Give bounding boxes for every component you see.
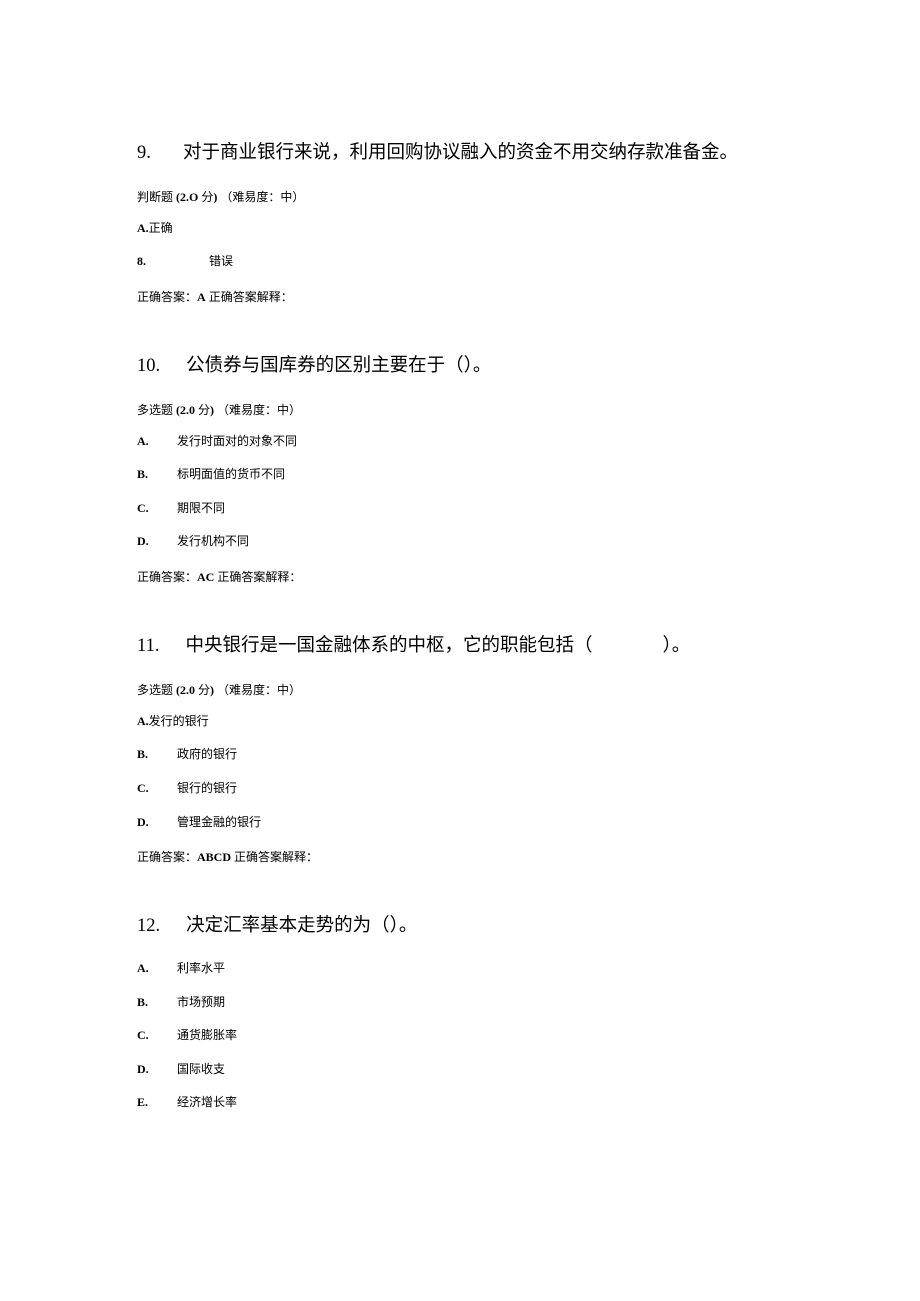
- option-label: A.: [137, 961, 155, 977]
- option-label: A.: [137, 434, 155, 450]
- question-stem: 对于商业银行来说，利用回购协议融入的资金不用交纳存款准备金。: [183, 143, 738, 163]
- question-block-11: 11. 中央银行是一国金融体系的中枢，它的职能包括（ ）。 多选题 (2.0 分) …: [137, 633, 783, 865]
- question-block-10: 10. 公债券与国库券的区别主要在于（）。 多选题 (2.0 分) （难易度：中）…: [137, 353, 783, 585]
- option-text: 发行机构不同: [177, 534, 249, 548]
- question-block-9: 9. 对于商业银行来说，利用回购协议融入的资金不用交纳存款准备金。 判断题 (2.…: [137, 140, 783, 305]
- option-text: 银行的银行: [177, 781, 237, 795]
- question-stem: 公债券与国库券的区别主要在于（）。: [186, 356, 491, 376]
- option-text: 市场预期: [177, 995, 225, 1009]
- option-label: C.: [137, 1028, 155, 1044]
- option-b: B. 政府的银行: [137, 747, 783, 763]
- option-label: C.: [137, 501, 155, 517]
- option-a: A.正确: [137, 221, 783, 237]
- question-title: 11. 中央银行是一国金融体系的中枢，它的职能包括（ ）。: [137, 633, 783, 661]
- option-label: D.: [137, 1062, 155, 1078]
- option-b: B. 市场预期: [137, 995, 783, 1011]
- option-b: B. 标明面值的货币不同: [137, 467, 783, 483]
- question-stem-post: ）。: [662, 636, 690, 656]
- question-title: 9. 对于商业银行来说，利用回购协议融入的资金不用交纳存款准备金。: [137, 140, 783, 168]
- option-label: B.: [137, 747, 155, 763]
- option-label: B.: [137, 467, 155, 483]
- question-meta: 判断题 (2.O 分) （难易度：中）: [137, 188, 783, 205]
- option-d: D. 管理金融的银行: [137, 815, 783, 831]
- question-number: 11.: [137, 633, 159, 661]
- option-text: 错误: [209, 254, 233, 268]
- question-stem: 决定汇率基本走势的为（）。: [186, 916, 417, 936]
- option-text: 发行时面对的对象不同: [177, 434, 297, 448]
- option-e: E. 经济增长率: [137, 1095, 783, 1111]
- question-meta: 多选题 (2.0 分) （难易度：中）: [137, 681, 783, 698]
- option-text: 政府的银行: [177, 747, 237, 761]
- option-label: A.: [137, 221, 149, 237]
- answer-line: 正确答案：ABCD 正确答案解释：: [137, 848, 783, 865]
- question-stem-pre: 中央银行是一国金融体系的中枢，它的职能包括（: [185, 636, 592, 656]
- option-c: C. 银行的银行: [137, 781, 783, 797]
- option-text: 通货膨胀率: [177, 1028, 237, 1042]
- option-c: C. 期限不同: [137, 501, 783, 517]
- option-label: B.: [137, 995, 155, 1011]
- option-a: A.发行的银行: [137, 714, 783, 730]
- option-text: 发行的银行: [149, 714, 209, 728]
- option-a: A. 利率水平: [137, 961, 783, 977]
- option-label: C.: [137, 781, 155, 797]
- option-text: 经济增长率: [177, 1095, 237, 1109]
- option-label: D.: [137, 534, 155, 550]
- option-label: D.: [137, 815, 155, 831]
- option-d: D. 国际收支: [137, 1062, 783, 1078]
- question-block-12: 12. 决定汇率基本走势的为（）。 A. 利率水平 B. 市场预期 C. 通货膨胀率 D…: [137, 913, 783, 1111]
- option-text: 利率水平: [177, 961, 225, 975]
- question-number: 10.: [137, 353, 160, 381]
- option-text: 国际收支: [177, 1062, 225, 1076]
- option-a: A. 发行时面对的对象不同: [137, 434, 783, 450]
- option-label: E.: [137, 1095, 155, 1111]
- answer-line: 正确答案：AC 正确答案解释：: [137, 568, 783, 585]
- option-label: 8.: [137, 254, 155, 270]
- question-number: 12.: [137, 913, 160, 941]
- question-title: 10. 公债券与国库券的区别主要在于（）。: [137, 353, 783, 381]
- option-text: 标明面值的货币不同: [177, 467, 285, 481]
- question-title: 12. 决定汇率基本走势的为（）。: [137, 913, 783, 941]
- question-meta: 多选题 (2.0 分) （难易度：中）: [137, 401, 783, 418]
- answer-line: 正确答案：A 正确答案解释：: [137, 288, 783, 305]
- option-b: 8. 错误: [137, 254, 783, 270]
- option-text: 期限不同: [177, 501, 225, 515]
- option-c: C. 通货膨胀率: [137, 1028, 783, 1044]
- option-text: 正确: [149, 221, 173, 235]
- question-number: 9.: [137, 140, 157, 168]
- exam-page: 9. 对于商业银行来说，利用回购协议融入的资金不用交纳存款准备金。 判断题 (2.…: [0, 0, 920, 1301]
- option-d: D. 发行机构不同: [137, 534, 783, 550]
- option-text: 管理金融的银行: [177, 815, 261, 829]
- option-label: A.: [137, 714, 149, 730]
